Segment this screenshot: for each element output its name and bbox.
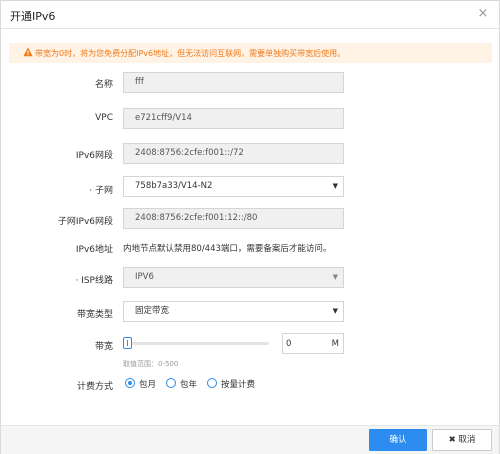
billing-option-label: 按量计费	[221, 380, 256, 390]
billing-option-label: 包月	[139, 380, 157, 390]
warning-icon	[23, 47, 33, 57]
warning-banner: 带宽为0时，将为您免费分配IPv6地址，但无法访问互联网，需要单独购买带宽后使用…	[9, 43, 492, 63]
bandwidth-slider-handle[interactable]	[123, 337, 132, 349]
isp-line-value: IPV6	[135, 272, 154, 282]
bandwidth-slider-track[interactable]	[127, 342, 269, 345]
billing-label: 计费方式	[76, 382, 113, 392]
ipv6-segment-field: 2408:8756:2cfe:f001::/72	[123, 143, 344, 164]
bandwidth-type-value: 固定带宽	[135, 306, 170, 316]
bandwidth-range-hint: 取值范围：0-500	[123, 360, 179, 368]
subnet-ipv6-segment-label: 子网IPv6网段	[57, 217, 113, 227]
dialog-title: 开通IPv6	[10, 10, 56, 23]
bandwidth-value: 0	[286, 339, 292, 349]
radio-unchecked-icon	[207, 378, 217, 388]
close-icon[interactable]: ×	[477, 7, 489, 20]
open-ipv6-dialog: 开通IPv6 × 带宽为0时，将为您免费分配IPv6地址，但无法访问互联网，需要…	[0, 0, 500, 454]
radio-checked-icon	[125, 378, 135, 388]
name-field: fff	[123, 72, 344, 93]
radio-unchecked-icon	[166, 378, 176, 388]
bandwidth-unit: M	[331, 339, 339, 349]
bandwidth-label: 带宽	[94, 342, 113, 352]
subnet-label: · 子网	[89, 186, 113, 196]
name-label: 名称	[94, 80, 113, 90]
dialog-header: 开通IPv6 ×	[1, 1, 499, 29]
ipv6-address-label: IPv6地址	[75, 245, 113, 255]
vpc-field: e721cff9/V14	[123, 108, 344, 129]
vpc-label: VPC	[95, 113, 113, 123]
subnet-ipv6-segment-field: 2408:8756:2cfe:f001:12::/80	[123, 208, 344, 229]
ipv6-address-note: 内地节点默认禁用80/443端口，需要备案后才能访问。	[123, 244, 332, 254]
bandwidth-type-label: 带宽类型	[76, 310, 113, 320]
isp-line-select[interactable]: IPV6 ▼	[123, 267, 344, 288]
subnet-value: 758b7a33/V14-N2	[135, 181, 213, 191]
caret-down-icon: ▼	[332, 307, 338, 315]
confirm-button[interactable]: 确认	[369, 429, 427, 451]
cancel-button[interactable]: ✖ 取消	[432, 429, 492, 451]
isp-line-label: · ISP线路	[75, 276, 113, 286]
billing-option-label: 包年	[180, 380, 198, 390]
caret-down-icon: ▼	[332, 273, 338, 281]
bandwidth-input[interactable]: 0 M	[282, 333, 344, 354]
caret-down-icon: ▼	[332, 182, 338, 190]
bandwidth-type-select[interactable]: 固定带宽 ▼	[123, 301, 344, 322]
warning-text: 带宽为0时，将为您免费分配IPv6地址，但无法访问互联网，需要单独购买带宽后使用…	[35, 49, 346, 58]
subnet-select[interactable]: 758b7a33/V14-N2 ▼	[123, 176, 344, 197]
ipv6-segment-label: IPv6网段	[75, 151, 113, 161]
